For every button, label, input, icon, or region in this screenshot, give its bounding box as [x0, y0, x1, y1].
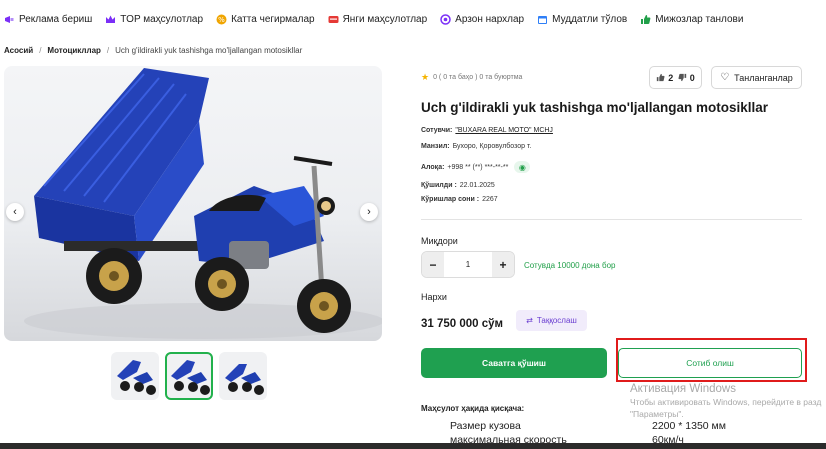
quantity-stepper: − 1 + [421, 251, 515, 278]
bottom-bar [0, 443, 826, 449]
nav-item-label: Катта чегирмалар [231, 13, 315, 25]
rating-text: 0 ( 0 та баҳо ) 0 та буюртма [433, 74, 523, 81]
increase-button[interactable]: + [491, 252, 514, 277]
nav-item-new-products[interactable]: Янги маҳсулотлар [328, 13, 428, 25]
gallery-thumbnail[interactable] [111, 352, 159, 400]
gallery-thumbnails [111, 352, 267, 400]
top-navigation: Реклама бериш TOP маҳсулотлар % Катта че… [0, 0, 826, 38]
like-button[interactable]: 2 [656, 73, 673, 83]
crown-icon [105, 14, 116, 25]
watermark-line: Активация Windows [630, 383, 736, 395]
product-rating: ★ 0 ( 0 та баҳо ) 0 та буюртма [421, 72, 522, 83]
gallery-next-button[interactable]: › [360, 203, 378, 221]
address-row: Манзил: Бухоро, Қоровулбозор т. [421, 143, 531, 150]
added-row: Қўшилди : 22.01.2025 [421, 182, 495, 189]
address-value: Бухоро, Қоровулбозор т. [452, 143, 532, 150]
add-to-cart-button[interactable]: Саватга қўшиш [421, 348, 607, 378]
vote-box: 2 0 [649, 66, 702, 89]
phone-value: +998 ** (**) ***-**-** [447, 163, 509, 171]
decrease-button[interactable]: − [422, 252, 444, 277]
dislike-button[interactable]: 0 [678, 73, 695, 83]
thumbs-up-icon [657, 73, 665, 82]
nav-item-label: Янги маҳсулотлар [342, 13, 428, 25]
nav-item-advertise[interactable]: Реклама бериш [4, 14, 92, 25]
cargo-tricycle-image [24, 68, 382, 339]
nav-item-big-discounts[interactable]: % Катта чегирмалар [216, 14, 315, 25]
breadcrumb-separator: / [106, 46, 110, 55]
like-count: 2 [668, 72, 674, 83]
thumbs-down-icon [678, 73, 686, 82]
breadcrumb-current: Uch g'ildirakli yuk tashishga mo'ljallan… [115, 46, 303, 55]
favorites-button[interactable]: ♡ Танланганлар [711, 66, 802, 89]
divider [421, 219, 802, 220]
watermark-line: Чтобы активировать Windows, перейдите в … [630, 397, 822, 407]
svg-text:%: % [218, 16, 225, 24]
added-label: Қўшилди : [421, 182, 457, 189]
price-label: Нархи [421, 292, 447, 302]
breadcrumb-category[interactable]: Мотоцикллар [47, 46, 101, 55]
nav-item-label: Муддатли тўлов [552, 13, 628, 25]
compare-label: Таққослаш [536, 316, 577, 325]
gallery-prev-button[interactable]: ‹ [6, 203, 24, 221]
watermark-line: "Параметры". [630, 409, 684, 419]
megaphone-icon [4, 14, 15, 25]
views-row: Кўришлар сони : 2267 [421, 196, 498, 203]
brief-description-title: Маҳсулот ҳақида қисқача: [421, 404, 525, 413]
product-main-image[interactable]: ‹ › [4, 66, 382, 341]
windows-activation-watermark: Активация Windows Чтобы активировать Win… [630, 383, 821, 419]
heart-icon: ♡ [720, 72, 730, 83]
compare-icon: ⇄ [526, 316, 533, 325]
stock-text: Сотувда 10000 дона бор [524, 261, 616, 270]
views-label: Кўришлар сони : [421, 196, 480, 203]
price-value: 31 750 000 сўм [421, 318, 504, 330]
nav-item-customer-choice[interactable]: Мижозлар танлови [640, 14, 743, 25]
views-value: 2267 [482, 196, 498, 203]
quantity-label: Миқдори [421, 236, 458, 246]
address-label: Манзил: [421, 143, 450, 150]
thumbnail-image [117, 360, 156, 395]
thumbnail-image [225, 364, 264, 395]
seller-link[interactable]: "BUXARA REAL MOTO" MCHJ [455, 127, 553, 134]
calendar-icon [537, 14, 548, 25]
nav-item-label: Реклама бериш [19, 13, 93, 25]
nav-item-top-products[interactable]: TOP маҳсулотлар [105, 14, 203, 25]
gallery-thumbnail-active[interactable] [165, 352, 213, 400]
thumbnail-image [171, 360, 210, 395]
compare-button[interactable]: ⇄ Таққослаш [516, 310, 587, 331]
spec-value: 2200 * 1350 мм [652, 420, 726, 432]
discount-icon: % [216, 14, 227, 25]
favorites-label: Танланганлар [734, 72, 793, 83]
eye-icon[interactable]: ◉ [514, 161, 531, 173]
breadcrumb-separator: / [39, 46, 42, 55]
annotation-highlight-box [616, 338, 807, 382]
nav-item-label: TOP маҳсулотлар [120, 13, 204, 25]
star-icon: ★ [421, 72, 430, 82]
nav-item-label: Мижозлар танлови [655, 13, 744, 25]
product-title: Uch g'ildirakli yuk tashishga mo'ljallan… [421, 100, 769, 115]
added-value: 22.01.2025 [459, 182, 495, 189]
breadcrumb: Асосий / Мотоцикллар / Uch g'ildirakli y… [4, 46, 302, 55]
seller-row: Сотувчи: "BUXARA REAL MOTO" MCHJ [421, 127, 553, 134]
gallery-thumbnail[interactable] [219, 352, 267, 400]
dislike-count: 0 [689, 72, 695, 83]
spec-name: Размер кузова [450, 420, 521, 432]
new-badge-icon [328, 14, 339, 25]
nav-item-label: Арзон нархлар [455, 13, 525, 25]
quantity-value[interactable]: 1 [466, 260, 470, 269]
phone-row: Алоқа: +998 ** (**) ***-**-** ◉ [421, 161, 531, 173]
coin-icon [440, 13, 451, 25]
breadcrumb-home[interactable]: Асосий [4, 46, 33, 55]
like-icon [640, 14, 651, 25]
phone-label: Алоқа: [421, 163, 445, 171]
nav-item-installments[interactable]: Муддатли тўлов [537, 14, 627, 25]
nav-item-cheap-prices[interactable]: Арзон нархлар [440, 14, 524, 25]
seller-label: Сотувчи: [421, 127, 453, 134]
